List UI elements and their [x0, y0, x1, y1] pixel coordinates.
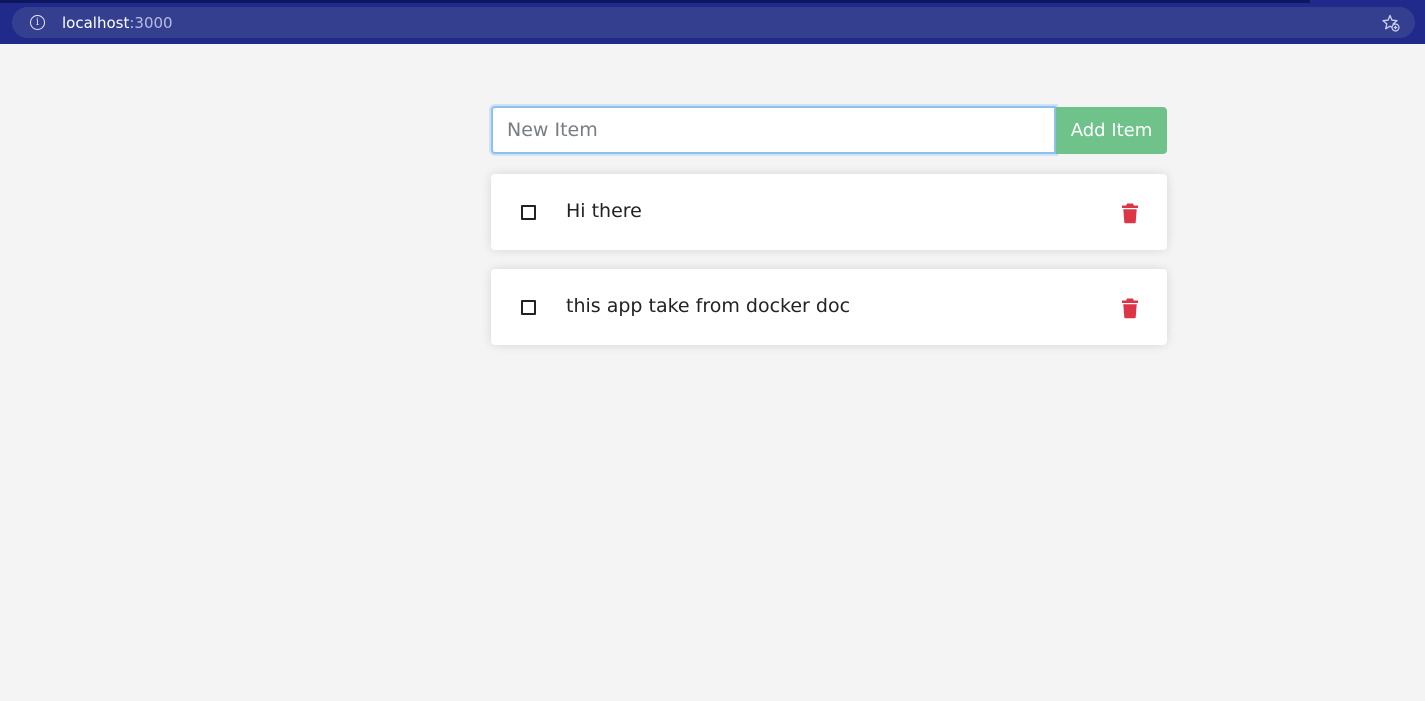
add-item-form: Add Item	[491, 106, 1167, 154]
toggle-complete-checkbox[interactable]	[521, 300, 536, 315]
url-host: localhost	[62, 14, 130, 32]
tab-strip	[0, 0, 1310, 3]
info-icon[interactable]: i	[30, 15, 45, 30]
url-text[interactable]: localhost:3000	[62, 14, 173, 32]
todo-item-text: this app take from docker doc	[566, 295, 851, 317]
trash-icon[interactable]	[1121, 297, 1139, 319]
url-port: :3000	[129, 14, 173, 32]
add-item-button[interactable]: Add Item	[1056, 107, 1167, 154]
trash-icon[interactable]	[1121, 202, 1139, 224]
todo-app: Add Item Hi there this app take from doc…	[491, 106, 1167, 364]
bookmark-star-icon[interactable]	[1381, 13, 1401, 33]
toggle-complete-checkbox[interactable]	[521, 205, 536, 220]
address-bar[interactable]: i localhost:3000	[12, 7, 1415, 38]
browser-toolbar: i localhost:3000	[0, 0, 1425, 44]
todo-item: this app take from docker doc	[491, 269, 1167, 345]
new-item-input[interactable]	[491, 106, 1056, 154]
todo-item-text: Hi there	[566, 200, 642, 222]
todo-list: Hi there this app take from docker doc	[491, 174, 1167, 345]
todo-item: Hi there	[491, 174, 1167, 250]
